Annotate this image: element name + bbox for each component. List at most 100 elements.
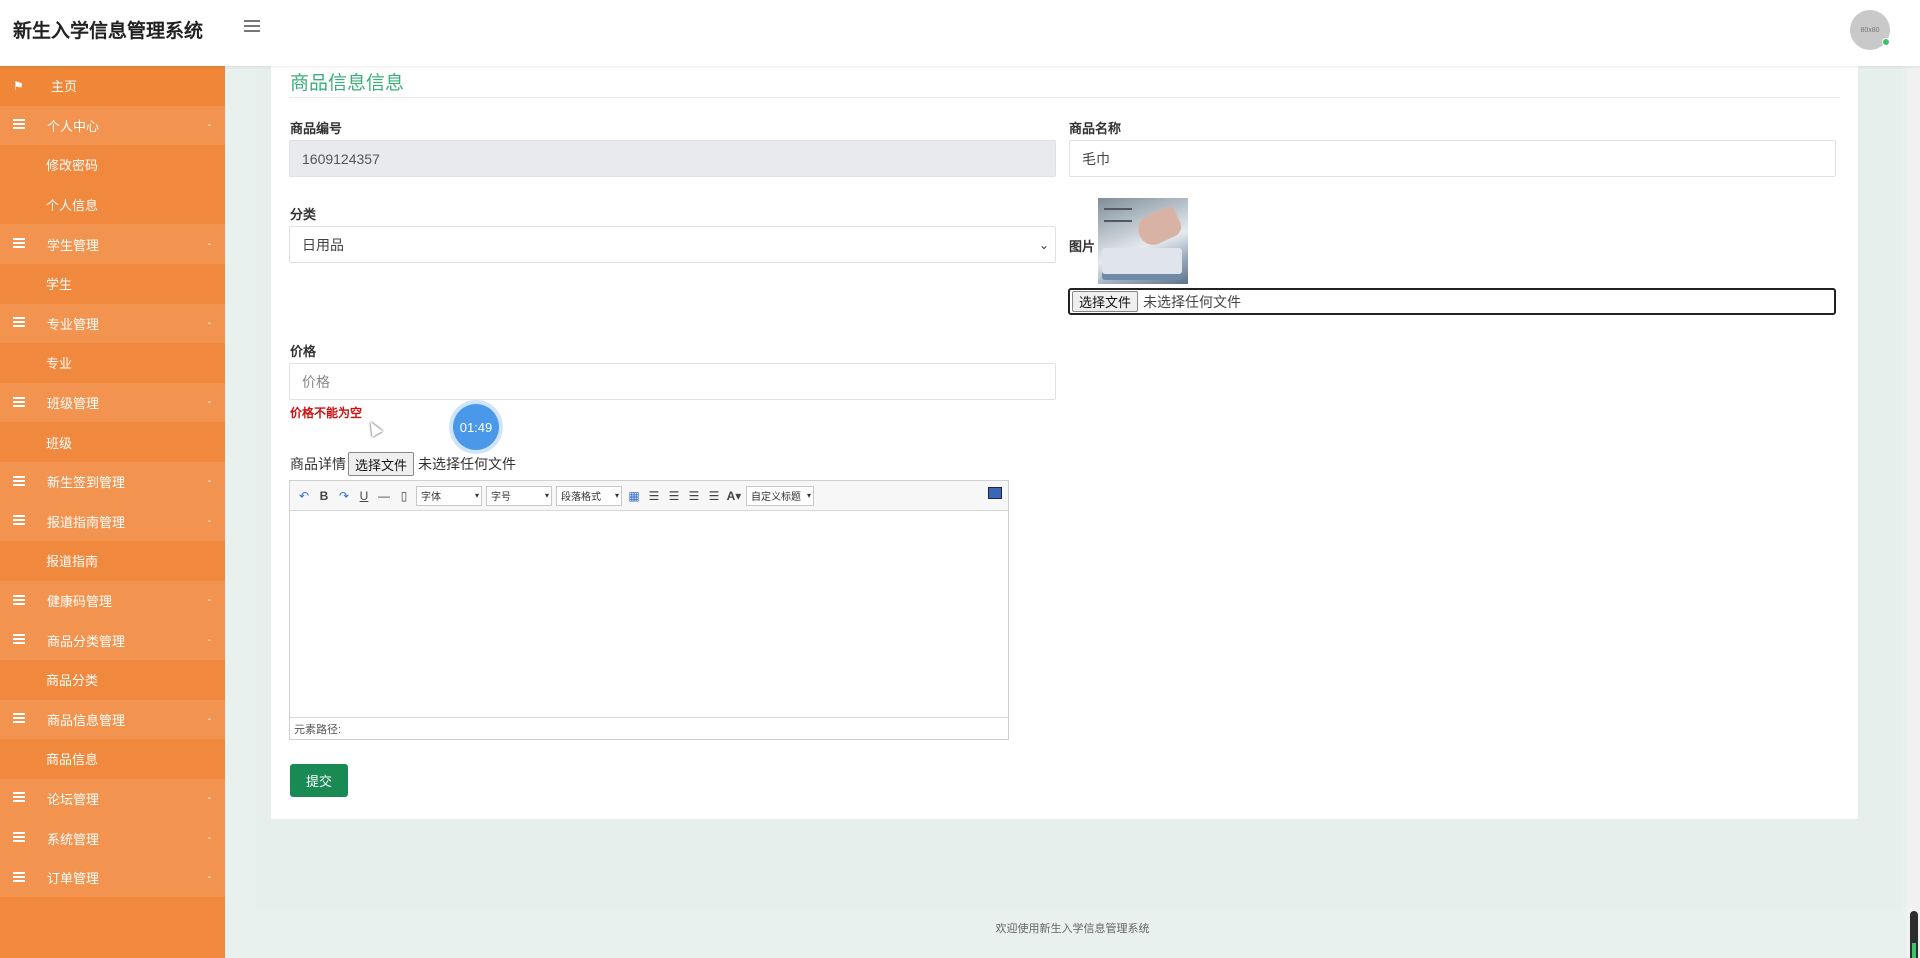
sidebar-item-label: 学生 (46, 277, 73, 293)
list-icon (13, 713, 25, 725)
sidebar-subitem[interactable]: 修改密码 (0, 145, 225, 185)
list-icon (13, 396, 25, 409)
font-select[interactable]: 字体 (416, 485, 482, 506)
sidebar-item-label: 班级 (46, 435, 73, 451)
footer-text: 欢迎使用新生入学信息管理系统 (995, 923, 1150, 935)
category-select[interactable]: 日用品 ⌄ (289, 226, 1056, 263)
sidebar-item-label: 商品分类管理 (47, 633, 126, 649)
detail-label: 商品详情 (290, 456, 346, 472)
list-icon (13, 832, 25, 844)
category-label: 分类 (290, 207, 317, 222)
sidebar-item-label: 班级管理 (47, 396, 100, 412)
sidebar-group[interactable]: 班级管理 - (0, 382, 225, 423)
menu-toggle-icon[interactable] (244, 20, 260, 36)
sidebar-subitem[interactable]: 商品信息 (0, 739, 225, 779)
list-icon (13, 871, 25, 884)
product-name-field[interactable]: 毛巾 (1069, 140, 1836, 177)
sidebar-subitem[interactable]: 个人信息 (0, 185, 225, 225)
image-file-input[interactable]: 选择文件 未选择任何文件 (1068, 288, 1836, 315)
image-label: 图片 (1069, 239, 1096, 254)
collapse-icon: - (207, 595, 211, 607)
collapse-icon: - (207, 515, 211, 527)
collapse-icon: - (207, 119, 211, 131)
sidebar-item-label: 专业 (46, 356, 73, 372)
collapse-icon: - (207, 832, 211, 844)
chevron-down-icon: ⌄ (1038, 238, 1049, 252)
redo-icon[interactable]: ↷ (336, 487, 352, 505)
rich-text-editor: ↶ B ↷ U — ▯ 字体 字号 段落格式 ▦ ☰ ☰ ☰ ☰ A▾ 自定义标… (289, 480, 1009, 740)
sidebar-item-label: 专业管理 (47, 316, 100, 332)
image-choose-file-button[interactable]: 选择文件 (1072, 291, 1139, 312)
sidebar-subitem[interactable]: 班级 (0, 422, 225, 462)
list-icon (13, 238, 25, 250)
price-error-message: 价格不能为空 (290, 406, 363, 420)
collapse-icon: - (207, 397, 211, 409)
sidebar-item-label: 订单管理 (47, 871, 100, 887)
paragraph-format-select[interactable]: 段落格式 (556, 485, 622, 506)
detail-file-status: 未选择任何文件 (418, 456, 517, 472)
list-icon (13, 119, 25, 131)
table-icon[interactable]: ▦ (626, 487, 642, 505)
sidebar-group[interactable]: 个人中心 - (0, 105, 225, 146)
align-left-icon[interactable]: ☰ (646, 487, 662, 505)
sidebar-group[interactable]: 订单管理 - (0, 857, 225, 898)
sidebar-subitem[interactable]: 报道指南 (0, 541, 225, 581)
category-select-value: 日用品 (302, 236, 344, 253)
sidebar-item-label: 修改密码 (46, 158, 99, 174)
font-size-select[interactable]: 字号 (486, 485, 552, 506)
sidebar-subitem[interactable]: 商品分类 (0, 660, 225, 700)
align-justify-icon[interactable]: ☰ (706, 487, 722, 505)
detail-choose-file-button[interactable]: 选择文件 (348, 452, 415, 476)
product-no-label: 商品编号 (290, 121, 343, 136)
collapse-icon: - (207, 317, 211, 329)
sidebar-group[interactable]: 商品信息管理 - (0, 699, 225, 740)
sidebar-group[interactable]: 专业管理 - (0, 303, 225, 344)
sidebar-group[interactable]: 新生签到管理 - (0, 461, 225, 502)
sidebar-item-home[interactable]: ⚑ 主页 (0, 66, 225, 106)
list-icon (13, 634, 25, 646)
collapse-icon: - (207, 634, 211, 646)
collapse-icon: - (207, 792, 211, 804)
sidebar-subitem[interactable]: 专业 (0, 343, 225, 383)
list-icon (13, 792, 25, 804)
list-icon (13, 317, 25, 329)
fullscreen-icon[interactable] (988, 487, 1002, 499)
product-name-label: 商品名称 (1069, 121, 1122, 136)
align-right-icon[interactable]: ☰ (666, 487, 682, 505)
sidebar-group[interactable]: 健康码管理 - (0, 580, 225, 621)
sidebar-item-label: 论坛管理 (47, 791, 100, 807)
collapse-icon: - (207, 713, 211, 725)
sidebar-item-label: 学生管理 (47, 237, 100, 253)
detail-row: 商品详情 选择文件 未选择任何文件 (290, 452, 516, 476)
submit-button[interactable]: 提交 (290, 764, 348, 797)
font-color-icon[interactable]: A▾ (726, 487, 742, 505)
underline-icon[interactable]: U (356, 487, 372, 505)
sidebar-subitem[interactable]: 学生 (0, 264, 225, 304)
custom-title-select[interactable]: 自定义标题 (746, 485, 814, 506)
collapse-icon: - (207, 476, 211, 488)
editor-content-area[interactable] (290, 512, 1008, 717)
align-center-icon[interactable]: ☰ (686, 487, 702, 505)
horizontal-rule-icon[interactable]: — (376, 487, 392, 505)
flag-icon: ⚑ (13, 78, 24, 93)
element-path: 元素路径: (290, 717, 1008, 739)
sidebar-group[interactable]: 商品分类管理 - (0, 620, 225, 660)
collapse-icon: - (207, 238, 211, 250)
price-label: 价格 (290, 344, 317, 359)
sidebar-group[interactable]: 论坛管理 - (0, 778, 225, 819)
sidebar-group[interactable]: 系统管理 - (0, 818, 225, 858)
sidebar-item-label: 个人中心 (47, 118, 100, 134)
price-input[interactable]: 价格 (289, 363, 1056, 400)
scrollbar-indicator (1912, 943, 1916, 958)
undo-icon[interactable]: ↶ (296, 487, 312, 505)
page-scrollbar[interactable] (1906, 66, 1920, 958)
page-icon[interactable]: ▯ (396, 487, 412, 505)
bold-icon[interactable]: B (316, 487, 332, 505)
product-image-thumbnail (1098, 198, 1188, 284)
sidebar-item-label: 报道指南 (46, 554, 99, 570)
sidebar-group[interactable]: 学生管理 - (0, 224, 225, 264)
sidebar-item-label: 新生签到管理 (47, 475, 126, 491)
sidebar-item-label: 报道指南管理 (47, 514, 126, 530)
sidebar-item-label: 系统管理 (47, 831, 100, 847)
sidebar-group[interactable]: 报道指南管理 - (0, 501, 225, 542)
